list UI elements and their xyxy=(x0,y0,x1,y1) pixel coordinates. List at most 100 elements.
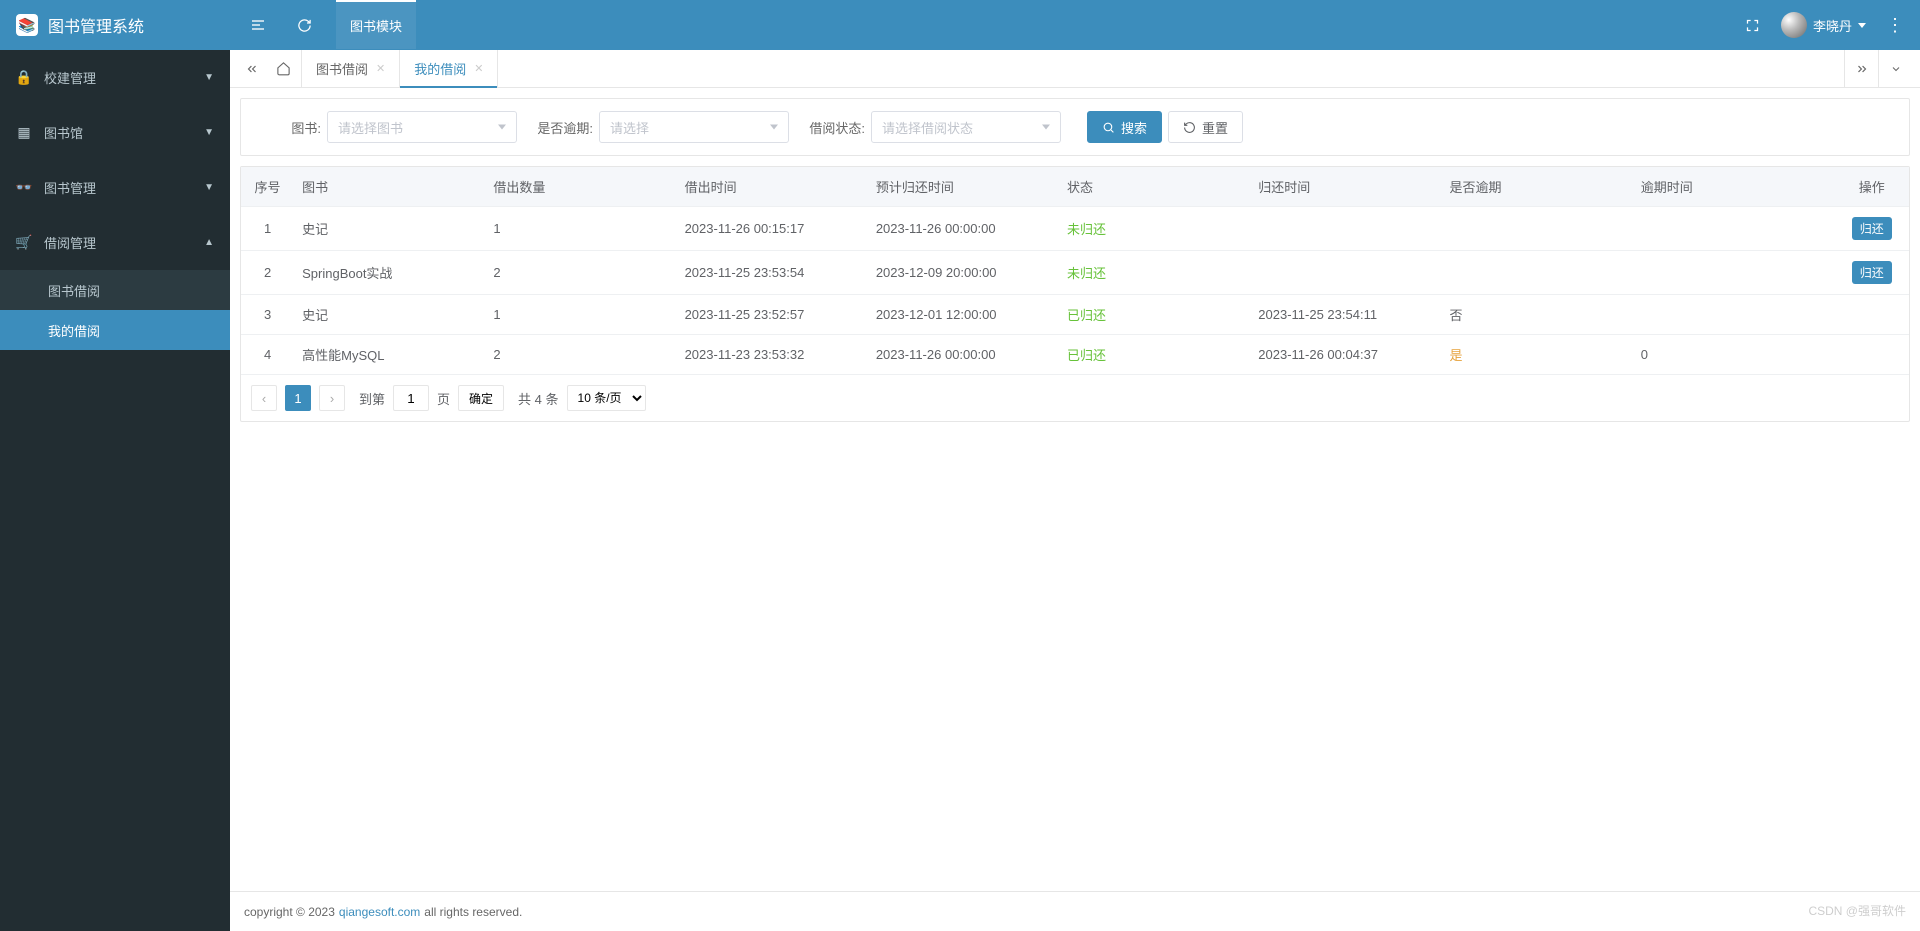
cell-ops: 归还 xyxy=(1835,207,1909,251)
sidebar-item-label: 图书借阅 xyxy=(48,281,100,300)
th-overdue-days: 逾期时间 xyxy=(1633,167,1835,207)
lock-icon: 🔒 xyxy=(16,69,32,86)
cell-expect-time: 2023-11-26 00:00:00 xyxy=(868,207,1059,251)
user-menu[interactable]: 李晓丹 xyxy=(1781,12,1866,38)
pager-page-1[interactable]: 1 xyxy=(285,385,311,411)
tabs-dropdown-button[interactable] xyxy=(1878,50,1912,87)
reset-icon xyxy=(1183,121,1196,134)
cell-return-time: 2023-11-25 23:54:11 xyxy=(1250,295,1441,335)
book-select[interactable]: 请选择图书 xyxy=(327,111,517,143)
th-is-overdue: 是否逾期 xyxy=(1442,167,1633,207)
return-button[interactable]: 归还 xyxy=(1852,261,1892,284)
close-icon[interactable]: ✕ xyxy=(376,62,385,75)
logo-icon: 📚 xyxy=(16,14,38,36)
footer: copyright © 2023 qiangesoft.com all righ… xyxy=(230,891,1920,931)
user-name: 李晓丹 xyxy=(1813,16,1852,35)
th-book: 图书 xyxy=(294,167,485,207)
header-module-book[interactable]: 图书模块 xyxy=(336,0,416,49)
th-idx: 序号 xyxy=(241,167,294,207)
return-button[interactable]: 归还 xyxy=(1852,217,1892,240)
search-bar: 图书: 请选择图书 是否逾期: 请选择 借阅状态: 请选择借阅状态 搜索 xyxy=(240,98,1910,156)
sidebar-item-label: 我的借阅 xyxy=(48,321,100,340)
tab-label: 我的借阅 xyxy=(414,59,466,78)
pager-confirm-button[interactable]: 确定 xyxy=(458,385,504,411)
book-label: 图书: xyxy=(261,118,321,137)
table-row: 2 SpringBoot实战 2 2023-11-25 23:53:54 202… xyxy=(241,251,1909,295)
close-icon[interactable]: ✕ xyxy=(474,62,483,75)
cell-expect-time: 2023-12-09 20:00:00 xyxy=(868,251,1059,295)
th-ops: 操作 xyxy=(1835,167,1909,207)
cell-qty: 1 xyxy=(485,295,676,335)
pager-goto-input[interactable] xyxy=(393,385,429,411)
glasses-icon: 👓 xyxy=(16,179,32,196)
cell-qty: 1 xyxy=(485,207,676,251)
sidebar-item-borrow-mgmt[interactable]: 🛒 借阅管理 ▲ xyxy=(0,215,230,270)
cell-book: SpringBoot实战 xyxy=(294,251,485,295)
cell-qty: 2 xyxy=(485,251,676,295)
cell-ops xyxy=(1835,295,1909,335)
cell-overdue-days xyxy=(1633,251,1835,295)
fullscreen-icon[interactable] xyxy=(1739,11,1767,39)
footer-suffix: all rights reserved. xyxy=(424,905,522,919)
cell-is-overdue xyxy=(1442,251,1633,295)
overdue-select[interactable]: 请选择 xyxy=(599,111,789,143)
th-expect-time: 预计归还时间 xyxy=(868,167,1059,207)
cell-idx: 3 xyxy=(241,295,294,335)
table-row: 3 史记 1 2023-11-25 23:52:57 2023-12-01 12… xyxy=(241,295,1909,335)
sidebar-subitem-borrow-list[interactable]: 图书借阅 xyxy=(0,270,230,310)
pager-next[interactable]: › xyxy=(319,385,345,411)
tab-borrow-list[interactable]: 图书借阅 ✕ xyxy=(302,50,400,87)
cell-is-overdue xyxy=(1442,207,1633,251)
cell-return-time xyxy=(1250,251,1441,295)
reset-button[interactable]: 重置 xyxy=(1168,111,1243,143)
chevron-down-icon xyxy=(1858,23,1866,28)
cell-book: 史记 xyxy=(294,295,485,335)
pager-size-select[interactable]: 10 条/页 xyxy=(567,385,646,411)
chevron-down-icon: ▼ xyxy=(204,182,214,193)
sidebar-item-label: 图书管理 xyxy=(44,178,96,197)
cell-return-time: 2023-11-26 00:04:37 xyxy=(1250,335,1441,375)
search-icon xyxy=(1102,121,1115,134)
avatar-icon xyxy=(1781,12,1807,38)
cart-icon: 🛒 xyxy=(16,234,32,251)
footer-link[interactable]: qiangesoft.com xyxy=(339,905,420,919)
tab-my-borrow[interactable]: 我的借阅 ✕ xyxy=(400,50,498,87)
search-button[interactable]: 搜索 xyxy=(1087,111,1162,143)
sidebar-item-label: 图书馆 xyxy=(44,123,83,142)
tab-home[interactable] xyxy=(266,50,302,87)
pager-total: 共 4 条 xyxy=(518,389,558,408)
cell-is-overdue: 是 xyxy=(1442,335,1633,375)
tabbar: 图书借阅 ✕ 我的借阅 ✕ xyxy=(230,50,1920,88)
table-row: 4 高性能MySQL 2 2023-11-23 23:53:32 2023-11… xyxy=(241,335,1909,375)
sidebar-item-library[interactable]: ▦ 图书馆 ▼ xyxy=(0,105,230,160)
pager-goto-label: 到第 xyxy=(359,389,385,408)
pagination: ‹ 1 › 到第 页 确定 共 4 条 10 条/页 xyxy=(241,375,1909,421)
overdue-label: 是否逾期: xyxy=(533,118,593,137)
app-logo[interactable]: 📚 图书管理系统 xyxy=(0,13,230,37)
grid-icon: ▦ xyxy=(16,124,32,141)
cell-overdue-days xyxy=(1633,295,1835,335)
tab-label: 图书借阅 xyxy=(316,59,368,78)
chevron-down-icon: ▼ xyxy=(204,72,214,83)
cell-status: 已归还 xyxy=(1059,335,1250,375)
status-select[interactable]: 请选择借阅状态 xyxy=(871,111,1061,143)
cell-idx: 1 xyxy=(241,207,294,251)
th-lend-time: 借出时间 xyxy=(677,167,868,207)
chevron-down-icon: ▼ xyxy=(204,127,214,138)
tabs-next-button[interactable] xyxy=(1844,50,1878,87)
sidebar: 🔒 校建管理 ▼ ▦ 图书馆 ▼ 👓 图书管理 ▼ 🛒 借阅管理 ▲ 图书借阅 xyxy=(0,50,230,931)
sidebar-item-book-mgmt[interactable]: 👓 图书管理 ▼ xyxy=(0,160,230,215)
collapse-sidebar-icon[interactable] xyxy=(244,11,272,39)
more-icon[interactable]: ⋮ xyxy=(1880,16,1910,34)
refresh-icon[interactable] xyxy=(290,11,318,39)
status-label: 借阅状态: xyxy=(805,118,865,137)
cell-status: 未归还 xyxy=(1059,207,1250,251)
th-return-time: 归还时间 xyxy=(1250,167,1441,207)
sidebar-subitem-my-borrow[interactable]: 我的借阅 xyxy=(0,310,230,350)
pager-prev[interactable]: ‹ xyxy=(251,385,277,411)
tabs-prev-button[interactable] xyxy=(238,50,266,87)
cell-idx: 2 xyxy=(241,251,294,295)
sidebar-item-campus[interactable]: 🔒 校建管理 ▼ xyxy=(0,50,230,105)
page-content: 图书: 请选择图书 是否逾期: 请选择 借阅状态: 请选择借阅状态 搜索 xyxy=(230,88,1920,891)
module-label: 图书模块 xyxy=(350,16,402,35)
